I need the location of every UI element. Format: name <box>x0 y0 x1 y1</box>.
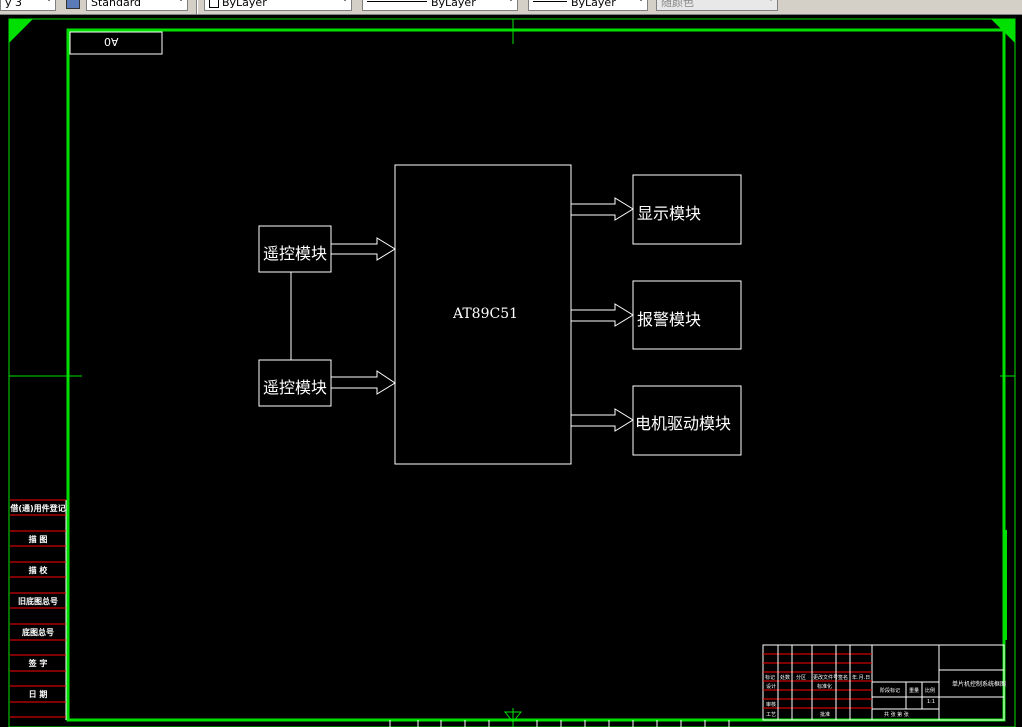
corner-mark-top-left <box>9 19 33 43</box>
sheet-code-label: A0 <box>104 35 119 48</box>
input-arrow <box>331 370 396 395</box>
title-cell: 共 张 第 张 <box>884 712 909 718</box>
title-cell: 处数 <box>780 675 791 681</box>
title-cell: 批准 <box>820 712 831 718</box>
output-module-label: 电机驱动模块 <box>635 414 732 433</box>
drawing-title: 单片机控制系统框图 <box>952 681 1007 688</box>
title-cell: 工艺 <box>766 712 777 718</box>
side-table-label: 旧底图总号 <box>18 597 58 606</box>
title-cell: 审核 <box>766 702 777 708</box>
side-table-label: 底图总号 <box>22 628 54 637</box>
title-cell: 年.月.日 <box>852 675 871 681</box>
title-cell: 标记 <box>765 675 776 681</box>
output-arrow <box>571 197 634 221</box>
sheet-outer-border <box>8 18 1016 727</box>
title-cell: 阶段标记 <box>880 688 901 694</box>
side-table-label: 日 期 <box>28 690 48 699</box>
mcu-label: AT89C51 <box>453 306 519 322</box>
side-table-label: 签 字 <box>28 659 48 668</box>
output-module-label: 显示模块 <box>637 204 702 223</box>
title-cell: 比例 <box>925 688 936 694</box>
input-arrow <box>331 237 396 261</box>
side-table-label: 描 图 <box>28 535 48 544</box>
drawing-canvas[interactable] <box>0 0 1022 727</box>
drawing-frame <box>66 28 1006 722</box>
title-cell: 设计 <box>766 684 777 690</box>
side-registration-table <box>10 499 67 720</box>
title-cell: 标准化 <box>817 684 833 690</box>
output-arrow <box>571 408 634 432</box>
title-cell: 重量 <box>909 688 920 694</box>
output-module-label: 报警模块 <box>637 310 702 329</box>
output-arrow <box>571 303 634 327</box>
title-cell: 分区 <box>796 675 807 681</box>
title-cell: 签名 <box>838 675 849 681</box>
title-cell: 1:1 <box>927 699 936 705</box>
side-table-label: 描 校 <box>28 566 48 575</box>
input-module-label: 遥控模块 <box>263 244 328 263</box>
title-cell: 更改文件号 <box>813 675 839 681</box>
input-module-label: 遥控模块 <box>263 378 328 397</box>
side-table-label: 借(通)用件登记 <box>10 504 66 513</box>
